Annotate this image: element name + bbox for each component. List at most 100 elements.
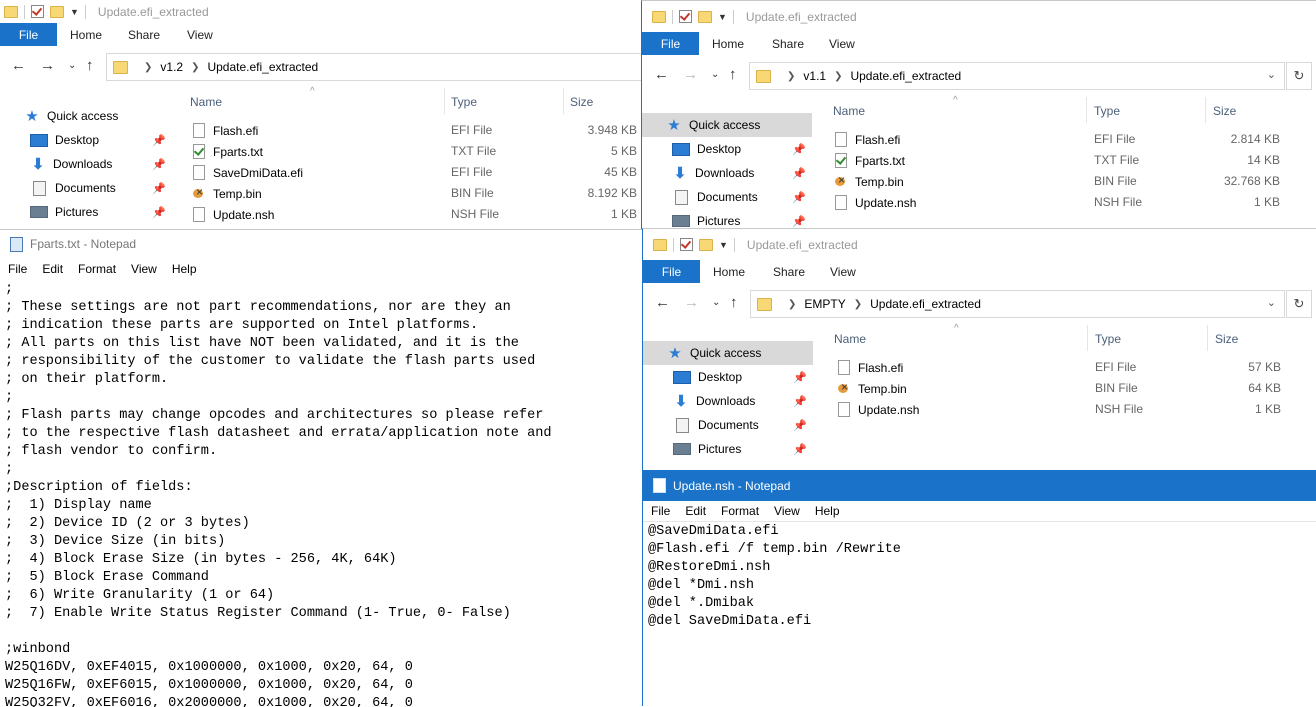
- pin-icon[interactable]: 📌: [152, 206, 166, 219]
- nav-documents[interactable]: Documents 📌: [0, 176, 172, 200]
- up-arrow-icon[interactable]: ↑: [730, 294, 738, 311]
- pin-icon[interactable]: 📌: [793, 419, 807, 432]
- up-arrow-icon[interactable]: ↑: [729, 66, 737, 83]
- column-header-name[interactable]: Name: [190, 95, 222, 109]
- tab-share[interactable]: Share: [773, 260, 805, 283]
- breadcrumb-item[interactable]: v1.2: [160, 60, 183, 74]
- pin-icon[interactable]: 📌: [792, 167, 806, 180]
- column-header-name[interactable]: Name: [833, 104, 865, 118]
- text-editor[interactable]: @SaveDmiData.efi @Flash.efi /f temp.bin …: [643, 521, 1316, 631]
- breadcrumb-item[interactable]: Update.efi_extracted: [850, 69, 961, 83]
- customize-dropdown-icon[interactable]: ▼: [70, 7, 79, 17]
- column-header-type[interactable]: Type: [1094, 104, 1120, 118]
- customize-dropdown-icon[interactable]: ▼: [718, 12, 727, 22]
- forward-arrow-icon[interactable]: →: [40, 57, 55, 74]
- tab-view[interactable]: View: [187, 23, 213, 46]
- tab-share[interactable]: Share: [772, 32, 804, 55]
- column-header-type[interactable]: Type: [1095, 332, 1121, 346]
- nav-quick-access[interactable]: ★ Quick access: [642, 113, 812, 137]
- properties-icon[interactable]: [31, 5, 44, 18]
- breadcrumb-item[interactable]: Update.efi_extracted: [207, 60, 318, 74]
- tab-file[interactable]: File: [643, 260, 700, 283]
- back-arrow-icon[interactable]: ←: [11, 57, 26, 74]
- file-row[interactable]: Fparts.txt: [835, 150, 905, 171]
- nav-downloads[interactable]: ⬇ Downloads 📌: [643, 389, 813, 413]
- back-arrow-icon[interactable]: ←: [654, 66, 669, 83]
- file-row[interactable]: Flash.efi: [838, 357, 903, 378]
- address-dropdown-icon[interactable]: ⌄: [1267, 68, 1276, 81]
- back-arrow-icon[interactable]: ←: [655, 294, 670, 311]
- tab-file[interactable]: File: [642, 32, 699, 55]
- menu-view[interactable]: View: [774, 504, 800, 518]
- properties-icon[interactable]: [680, 238, 693, 251]
- nav-pictures[interactable]: Pictures 📌: [0, 200, 172, 224]
- breadcrumb-item[interactable]: v1.1: [803, 69, 826, 83]
- tab-home[interactable]: Home: [70, 23, 102, 46]
- nav-downloads[interactable]: ⬇ Downloads 📌: [0, 152, 172, 176]
- breadcrumb-item[interactable]: EMPTY: [804, 297, 845, 311]
- file-row[interactable]: Flash.efi: [193, 120, 258, 141]
- nav-desktop[interactable]: Desktop 📌: [642, 137, 812, 161]
- file-row[interactable]: SaveDmiData.efi: [193, 162, 303, 183]
- nav-pictures[interactable]: Pictures 📌: [642, 209, 812, 229]
- recent-dropdown-icon[interactable]: ⌄: [711, 69, 719, 80]
- new-folder-icon[interactable]: [699, 238, 713, 251]
- menu-file[interactable]: File: [651, 504, 670, 518]
- file-row[interactable]: Temp.bin: [838, 378, 907, 399]
- nav-desktop[interactable]: Desktop 📌: [0, 128, 172, 152]
- pin-icon[interactable]: 📌: [152, 182, 166, 195]
- pin-icon[interactable]: 📌: [152, 158, 166, 171]
- column-header-name[interactable]: Name: [834, 332, 866, 346]
- text-editor[interactable]: ; ; These settings are not part recommen…: [0, 280, 642, 707]
- nav-downloads[interactable]: ⬇ Downloads 📌: [642, 161, 812, 185]
- menu-format[interactable]: Format: [78, 262, 116, 276]
- address-bar[interactable]: ❯ v1.1 ❯ Update.efi_extracted ⌄: [749, 62, 1285, 90]
- new-folder-icon[interactable]: [50, 5, 64, 18]
- refresh-button[interactable]: ↻: [1286, 62, 1312, 90]
- tab-view[interactable]: View: [829, 32, 855, 55]
- file-row[interactable]: Fparts.txt: [193, 141, 263, 162]
- customize-dropdown-icon[interactable]: ▼: [719, 240, 728, 250]
- file-row[interactable]: Update.nsh: [835, 192, 916, 213]
- menu-format[interactable]: Format: [721, 504, 759, 518]
- forward-arrow-icon[interactable]: →: [683, 66, 698, 83]
- tab-home[interactable]: Home: [712, 32, 744, 55]
- menu-view[interactable]: View: [131, 262, 157, 276]
- column-header-size[interactable]: Size: [570, 95, 593, 109]
- refresh-button[interactable]: ↻: [1286, 290, 1312, 318]
- tab-share[interactable]: Share: [128, 23, 160, 46]
- pin-icon[interactable]: 📌: [792, 143, 806, 156]
- forward-arrow-icon[interactable]: →: [684, 294, 699, 311]
- recent-dropdown-icon[interactable]: ⌄: [68, 60, 76, 71]
- column-header-size[interactable]: Size: [1213, 104, 1236, 118]
- column-header-size[interactable]: Size: [1215, 332, 1238, 346]
- nav-desktop[interactable]: Desktop 📌: [643, 365, 813, 389]
- column-header-type[interactable]: Type: [451, 95, 477, 109]
- nav-quick-access[interactable]: ★ Quick access: [643, 341, 813, 365]
- nav-pictures[interactable]: Pictures 📌: [643, 437, 813, 461]
- file-row[interactable]: Temp.bin: [835, 171, 904, 192]
- menu-help[interactable]: Help: [172, 262, 197, 276]
- pin-icon[interactable]: 📌: [793, 395, 807, 408]
- pin-icon[interactable]: 📌: [792, 191, 806, 204]
- pin-icon[interactable]: 📌: [793, 371, 807, 384]
- file-row[interactable]: Update.nsh: [838, 399, 919, 420]
- nav-documents[interactable]: Documents 📌: [642, 185, 812, 209]
- menu-help[interactable]: Help: [815, 504, 840, 518]
- up-arrow-icon[interactable]: ↑: [86, 57, 94, 74]
- file-row[interactable]: Temp.bin: [193, 183, 262, 204]
- new-folder-icon[interactable]: [698, 10, 712, 23]
- pin-icon[interactable]: 📌: [793, 443, 807, 456]
- address-dropdown-icon[interactable]: ⌄: [1267, 296, 1276, 309]
- nav-documents[interactable]: Documents 📌: [643, 413, 813, 437]
- breadcrumb-item[interactable]: Update.efi_extracted: [870, 297, 981, 311]
- file-row[interactable]: Update.nsh: [193, 204, 274, 225]
- menu-edit[interactable]: Edit: [685, 504, 706, 518]
- tab-view[interactable]: View: [830, 260, 856, 283]
- tab-home[interactable]: Home: [713, 260, 745, 283]
- nav-quick-access[interactable]: ★ Quick access: [0, 104, 172, 128]
- file-row[interactable]: Flash.efi: [835, 129, 900, 150]
- recent-dropdown-icon[interactable]: ⌄: [712, 297, 720, 308]
- pin-icon[interactable]: 📌: [792, 215, 806, 228]
- address-bar[interactable]: ❯ v1.2 ❯ Update.efi_extracted: [106, 53, 642, 81]
